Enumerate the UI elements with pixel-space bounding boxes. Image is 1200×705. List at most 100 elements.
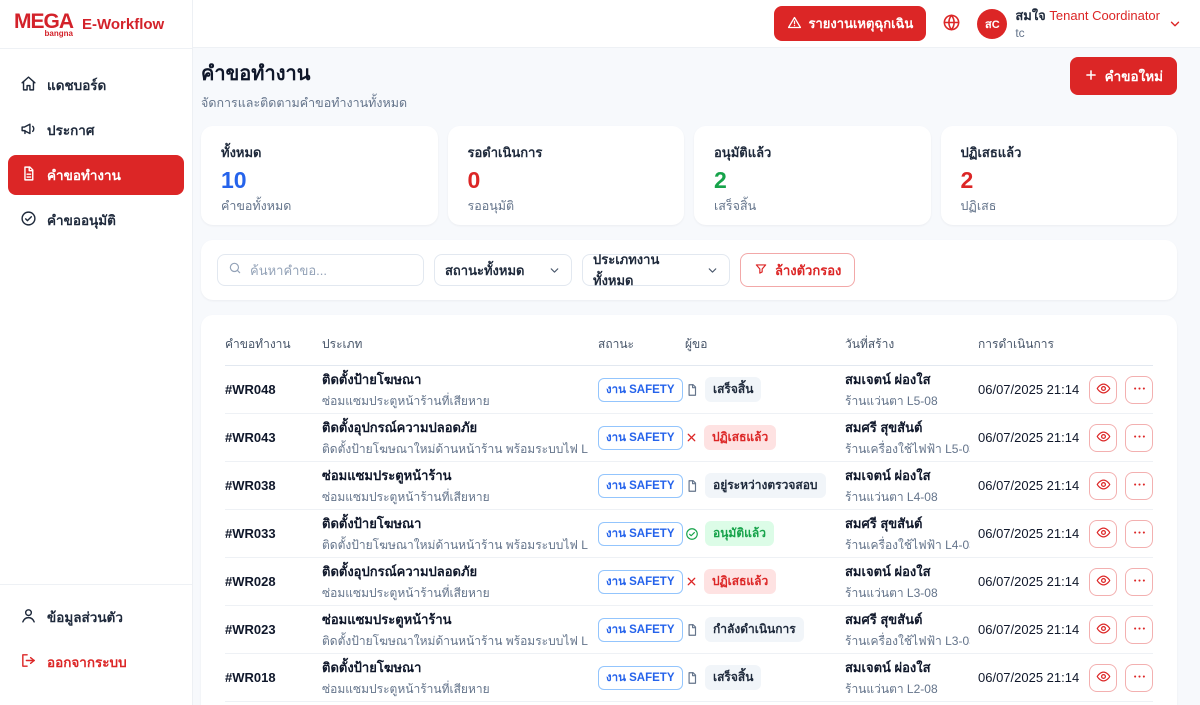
home-icon xyxy=(20,75,37,95)
eye-icon xyxy=(1096,477,1111,495)
status-badge: ปฏิเสธแล้ว xyxy=(704,569,776,594)
view-button[interactable] xyxy=(1089,568,1117,596)
chevron-down-icon xyxy=(706,264,719,277)
new-request-label: คำขอใหม่ xyxy=(1105,65,1163,87)
view-button[interactable] xyxy=(1089,472,1117,500)
ellipsis-icon xyxy=(1132,573,1147,591)
request-type-subtitle: ติดตั้งป้ายโฆษณาใหม่ด้านหน้าร้าน พร้อมระ… xyxy=(322,440,588,459)
more-actions-button[interactable] xyxy=(1125,472,1153,500)
search-icon xyxy=(228,261,242,280)
user-role: Tenant Coordinator xyxy=(1049,8,1160,23)
ellipsis-icon xyxy=(1132,429,1147,447)
view-button[interactable] xyxy=(1089,520,1117,548)
sidebar-item-label: ประกาศ xyxy=(47,119,94,141)
file-icon xyxy=(685,479,699,493)
more-actions-button[interactable] xyxy=(1125,616,1153,644)
app-root: MEGA bangna E-Workflow แดชบอร์ด ประกาศ ค… xyxy=(0,0,1200,705)
request-id: #WR048 xyxy=(225,382,322,397)
created-date: 06/07/2025 21:14 xyxy=(978,526,1088,541)
page-subtitle: จัดการและติดตามคำขอทำงานทั้งหมด xyxy=(201,93,407,113)
created-date: 06/07/2025 21:14 xyxy=(978,382,1088,397)
request-id: #WR033 xyxy=(225,526,322,541)
more-actions-button[interactable] xyxy=(1125,424,1153,452)
page-content: คำขอทำงาน จัดการและติดตามคำขอทำงานทั้งหม… xyxy=(193,48,1200,705)
user-name: สมใจ xyxy=(1015,8,1045,23)
sidebar-item-announcements[interactable]: ประกาศ xyxy=(8,110,184,150)
created-date: 06/07/2025 21:14 xyxy=(978,430,1088,445)
plus-icon xyxy=(1084,68,1098,85)
more-actions-button[interactable] xyxy=(1125,520,1153,548)
view-button[interactable] xyxy=(1089,424,1117,452)
logout-icon xyxy=(20,652,37,672)
request-type-title: ติดตั้งอุปกรณ์ความปลอดภัย xyxy=(322,561,588,582)
sidebar: MEGA bangna E-Workflow แดชบอร์ด ประกาศ ค… xyxy=(0,0,193,705)
more-actions-button[interactable] xyxy=(1125,664,1153,692)
request-type-title: ติดตั้งป้ายโฆษณา xyxy=(322,513,588,534)
request-type-subtitle: ซ่อมแซมประตูหน้าร้านที่เสียหาย xyxy=(322,488,588,507)
sidebar-item-work-requests[interactable]: คำขอทำงาน xyxy=(8,155,184,195)
requester-shop: ร้านแว่นตา L3-08 xyxy=(845,584,970,603)
file-icon xyxy=(685,383,699,397)
request-type-subtitle: ซ่อมแซมประตูหน้าร้านที่เสียหาย xyxy=(322,584,588,603)
job-category-badge: งาน SAFETY xyxy=(598,474,683,498)
sidebar-item-label: คำขอทำงาน xyxy=(47,164,121,186)
eye-icon xyxy=(1096,381,1111,399)
job-category-badge: งาน SAFETY xyxy=(598,666,683,690)
requester-name: สมเจตน์ ผ่องใส xyxy=(845,657,970,678)
language-button[interactable] xyxy=(942,13,961,35)
sidebar-item-profile[interactable]: ข้อมูลส่วนตัว xyxy=(8,597,184,637)
file-icon xyxy=(685,623,699,637)
request-id: #WR043 xyxy=(225,430,322,445)
requester-shop: ร้านเครื่องใช้ไฟฟ้า L4-03 xyxy=(845,536,970,555)
x-icon xyxy=(685,431,698,444)
user-menu[interactable]: สC สมใจ Tenant Coordinator tc xyxy=(977,6,1182,41)
request-id: #WR023 xyxy=(225,622,322,637)
report-emergency-label: รายงานเหตุฉุกเฉิน xyxy=(809,13,914,34)
request-type-title: ซ่อมแซมประตูหน้าร้าน xyxy=(322,465,588,486)
stat-title: ปฏิเสธแล้ว xyxy=(961,142,1158,163)
status-cell: ปฏิเสธแล้ว xyxy=(685,425,845,450)
user-subtitle: tc xyxy=(1015,26,1160,41)
more-actions-button[interactable] xyxy=(1125,568,1153,596)
ellipsis-icon xyxy=(1132,669,1147,687)
view-button[interactable] xyxy=(1089,376,1117,404)
type-filter-select[interactable]: ประเภทงานทั้งหมด xyxy=(582,254,730,286)
table-row: #WR023 ซ่อมแซมประตูหน้าร้าน ติดตั้งป้ายโ… xyxy=(225,606,1153,654)
col-header-status: สถานะ xyxy=(598,335,685,354)
job-category-badge: งาน SAFETY xyxy=(598,618,683,642)
ellipsis-icon xyxy=(1132,477,1147,495)
ellipsis-icon xyxy=(1132,621,1147,639)
stat-value: 10 xyxy=(221,167,418,194)
ellipsis-icon xyxy=(1132,381,1147,399)
request-id: #WR018 xyxy=(225,670,322,685)
status-badge: ปฏิเสธแล้ว xyxy=(704,425,776,450)
eye-icon xyxy=(1096,573,1111,591)
sidebar-item-approval-requests[interactable]: คำขออนุมัติ xyxy=(8,200,184,240)
check-circle-icon xyxy=(20,210,37,230)
request-type-subtitle: ซ่อมแซมประตูหน้าร้านที่เสียหาย xyxy=(322,392,588,411)
sidebar-item-dashboard[interactable]: แดชบอร์ด xyxy=(8,65,184,105)
stat-title: อนุมัติแล้ว xyxy=(714,142,911,163)
requester-shop: ร้านเครื่องใช้ไฟฟ้า L5-03 xyxy=(845,440,970,459)
view-button[interactable] xyxy=(1089,616,1117,644)
requester-shop: ร้านแว่นตา L5-08 xyxy=(845,392,970,411)
stat-card-pending: รอดำเนินการ 0 รออนุมัติ xyxy=(448,126,685,225)
clear-filters-button[interactable]: ล้างตัวกรอง xyxy=(740,253,855,287)
status-cell: ปฏิเสธแล้ว xyxy=(685,569,845,594)
col-header-requester: ผู้ขอ xyxy=(685,335,845,354)
new-request-button[interactable]: คำขอใหม่ xyxy=(1070,57,1177,95)
table-row: #WR043 ติดตั้งอุปกรณ์ความปลอดภัย ติดตั้ง… xyxy=(225,414,1153,462)
report-emergency-button[interactable]: รายงานเหตุฉุกเฉิน xyxy=(774,6,927,41)
status-filter-select[interactable]: สถานะทั้งหมด xyxy=(434,254,572,286)
sidebar-item-logout[interactable]: ออกจากระบบ xyxy=(8,642,184,682)
status-cell: อยู่ระหว่างตรวจสอบ xyxy=(685,473,845,498)
more-actions-button[interactable] xyxy=(1125,376,1153,404)
created-date: 06/07/2025 21:14 xyxy=(978,574,1088,589)
stat-value: 0 xyxy=(468,167,665,194)
requester-name: สมศรี สุขสันต์ xyxy=(845,609,970,630)
view-button[interactable] xyxy=(1089,664,1117,692)
status-cell: เสร็จสิ้น xyxy=(685,665,845,690)
sidebar-item-label: แดชบอร์ด xyxy=(47,74,106,96)
search-input[interactable] xyxy=(250,263,413,278)
table-row: #WR038 ซ่อมแซมประตูหน้าร้าน ซ่อมแซมประตู… xyxy=(225,462,1153,510)
